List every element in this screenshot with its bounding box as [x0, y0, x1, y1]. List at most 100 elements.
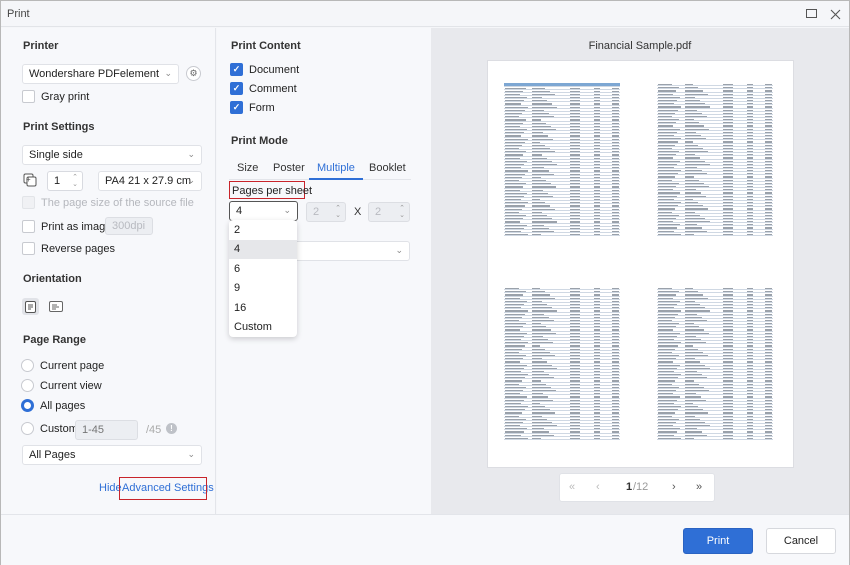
tab-size[interactable]: Size	[237, 162, 258, 174]
info-icon[interactable]: !	[166, 423, 177, 434]
thumbnail-cell	[685, 339, 701, 341]
dropdown-option-9[interactable]: 9	[229, 279, 297, 299]
thumbnail-cell	[570, 288, 580, 290]
current-page[interactable]: 1	[626, 481, 632, 493]
print-button[interactable]: Print	[683, 528, 753, 554]
first-page-icon[interactable]: «	[569, 481, 575, 493]
thumbnail-cell	[765, 405, 772, 408]
dropdown-option-4[interactable]: 4	[229, 239, 297, 259]
thumbnail-cell	[594, 329, 600, 331]
copies-stepper[interactable]: 1 ⌃ ⌄	[47, 171, 83, 191]
prev-page-icon[interactable]: ‹	[596, 481, 600, 493]
tab-poster[interactable]: Poster	[273, 162, 305, 174]
thumbnail-cell	[594, 335, 600, 337]
thumbnail-cell	[594, 351, 600, 353]
thumbnail-cell	[532, 291, 545, 293]
printer-select[interactable]: Wondershare PDFelement ⌄	[22, 64, 179, 84]
rows-stepper[interactable]: 2 ⌃ ⌄	[368, 202, 410, 222]
gray-print-checkbox[interactable]: Gray print	[22, 90, 89, 103]
thumbnail-cell	[723, 367, 733, 369]
thumbnail-cell	[570, 383, 580, 385]
thumbnail-cell	[505, 428, 527, 430]
thumbnail-cell	[594, 332, 600, 334]
document-checkbox[interactable]: ✓ Document	[230, 63, 299, 76]
thumbnail-cell	[594, 339, 600, 341]
tab-booklet[interactable]: Booklet	[369, 162, 406, 174]
thumbnail-cell	[658, 233, 681, 235]
thumbnail-cell	[685, 173, 707, 175]
columns-stepper[interactable]: 2 ⌃ ⌄	[306, 202, 346, 222]
thumbnail-cell	[658, 170, 681, 172]
thumbnail-cell	[747, 128, 753, 130]
page-subset-select[interactable]: All Pages ⌄	[22, 445, 202, 465]
thumbnail-cell	[505, 390, 523, 392]
thumbnail-cell	[594, 418, 600, 420]
sides-select[interactable]: Single side ⌄	[22, 145, 202, 165]
thumbnail-cell	[594, 319, 600, 322]
paper-size-select[interactable]: PA4 21 x 27.9 cm ⌄	[98, 171, 202, 191]
thumbnail-cell	[612, 211, 619, 213]
maximize-icon[interactable]	[801, 5, 821, 23]
comment-checkbox[interactable]: ✓ Comment	[230, 82, 297, 95]
dropdown-option-16[interactable]: 16	[229, 298, 297, 318]
thumbnail-cell	[723, 141, 733, 143]
thumbnail-cell	[723, 323, 733, 325]
radio-current-view[interactable]: Current view	[21, 379, 102, 392]
thumbnail-cell	[747, 437, 753, 439]
print-as-image-checkbox[interactable]: Print as image	[22, 220, 111, 233]
next-page-icon[interactable]: ›	[672, 481, 676, 493]
thumbnail-cell	[532, 351, 550, 353]
thumbnail-cell	[747, 418, 753, 420]
dropdown-option-2[interactable]: 2	[229, 220, 297, 240]
thumbnail-cell	[612, 316, 619, 318]
thumbnail-cell	[658, 205, 678, 207]
thumbnail-cell	[612, 148, 619, 150]
tab-multiple[interactable]: Multiple	[317, 162, 355, 174]
radio-custom[interactable]: Custom	[21, 422, 78, 435]
thumbnail-cell	[594, 386, 600, 388]
thumbnail-cell	[532, 151, 555, 153]
thumbnail-cell	[594, 199, 600, 201]
thumbnail-cell	[658, 294, 676, 296]
thumbnail-cell	[658, 323, 679, 325]
thumbnail-cell	[723, 345, 733, 347]
thumbnail-cell	[658, 195, 677, 197]
radio-current-page[interactable]: Current page	[21, 359, 104, 372]
radio-all-pages[interactable]: All pages	[21, 399, 85, 412]
landscape-orientation-button[interactable]	[47, 298, 64, 315]
thumbnail-cell	[658, 310, 681, 312]
thumbnail-cell	[612, 434, 619, 436]
dpi-select[interactable]: 300dpi	[105, 217, 153, 235]
cancel-button[interactable]: Cancel	[766, 528, 836, 554]
thumbnail-cell	[723, 405, 733, 408]
printer-settings-icon[interactable]: ⚙	[186, 66, 201, 81]
thumbnail-cell	[505, 205, 525, 207]
custom-range-input[interactable]	[75, 420, 138, 440]
thumbnail-cell	[505, 326, 523, 328]
spin-arrows-icon[interactable]: ⌃ ⌄	[72, 174, 78, 188]
thumbnail-cell	[505, 421, 523, 424]
thumbnail-cell	[658, 109, 678, 111]
thumbnail-cell	[685, 415, 695, 417]
thumbnail-cell	[570, 409, 580, 411]
thumbnail-cell	[594, 218, 600, 220]
thumbnail-cell	[570, 199, 580, 201]
pages-per-sheet-select[interactable]: 4 ⌄	[229, 201, 298, 221]
thumbnail-cell	[765, 154, 772, 156]
thumbnail-cell	[658, 319, 672, 322]
dropdown-option-custom[interactable]: Custom	[229, 318, 297, 338]
thumbnail-cell	[685, 208, 708, 210]
last-page-icon[interactable]: »	[696, 481, 702, 493]
thumbnail-cell	[765, 163, 772, 165]
thumbnail-cell	[765, 377, 772, 379]
thumbnail-cell	[765, 195, 772, 197]
close-icon[interactable]	[825, 5, 845, 23]
reverse-pages-checkbox[interactable]: Reverse pages	[22, 242, 115, 255]
thumbnail-cell	[747, 192, 753, 194]
thumbnail-cell	[685, 425, 710, 427]
dropdown-option-6[interactable]: 6	[229, 259, 297, 279]
thumbnail-cell	[685, 370, 697, 373]
source-page-size-checkbox[interactable]: The page size of the source file	[22, 196, 194, 209]
form-checkbox[interactable]: ✓ Form	[230, 101, 275, 114]
portrait-orientation-button[interactable]	[22, 298, 39, 315]
